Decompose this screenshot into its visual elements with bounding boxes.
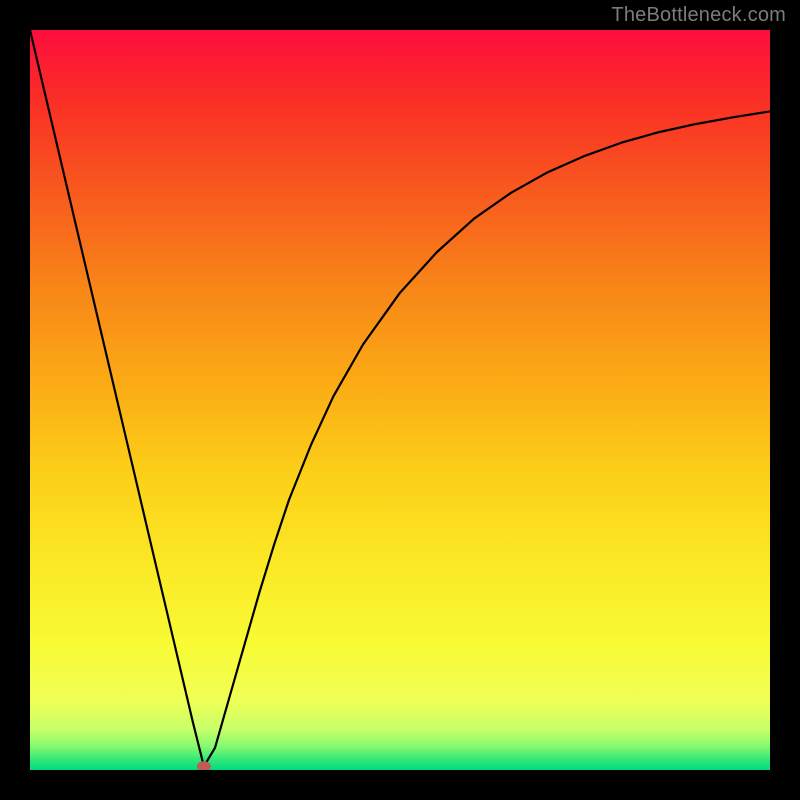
watermark-text: TheBottleneck.com [611, 4, 786, 27]
chart-frame: TheBottleneck.com [0, 0, 800, 800]
gradient-background [30, 30, 770, 770]
plot-area [30, 30, 770, 770]
bottleneck-curve-chart [30, 30, 770, 770]
